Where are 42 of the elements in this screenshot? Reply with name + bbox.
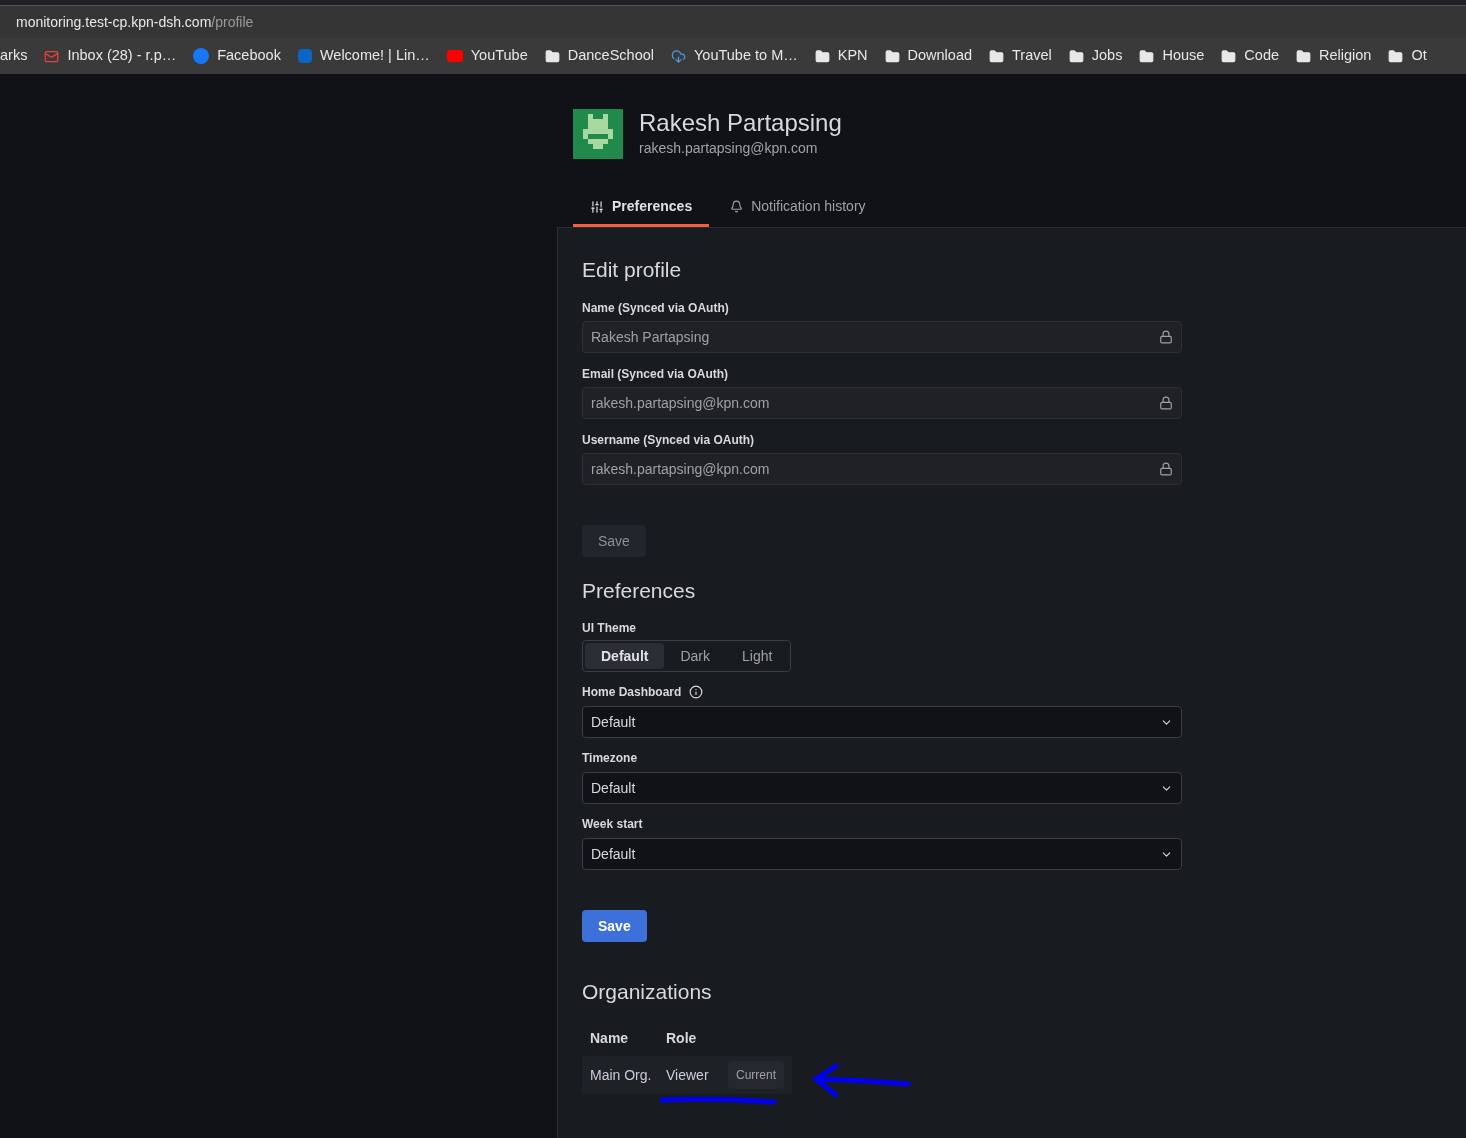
- column-header: Role: [665, 1028, 698, 1048]
- field-label: UI Theme: [582, 620, 637, 635]
- field-label: Week start: [582, 816, 643, 833]
- table-cell-text: Main Org.: [589, 1065, 653, 1085]
- section-title: Edit profile: [582, 257, 683, 282]
- column-header: Name: [589, 1028, 630, 1048]
- bookmark-item[interactable]: DanceSchool: [544, 45, 654, 67]
- bookmark-item[interactable]: House: [1139, 45, 1205, 67]
- bookmark-item[interactable]: Ot: [1388, 45, 1427, 67]
- profile-name: Rakesh Partapsing: [639, 108, 842, 138]
- bookmark-item[interactable]: Travel: [989, 45, 1052, 67]
- bookmark-item[interactable]: Religion: [1296, 45, 1372, 67]
- bookmark-item[interactable]: YouTube: [446, 45, 528, 67]
- theme-option[interactable]: Default: [585, 643, 665, 669]
- tab[interactable]: Notification history: [713, 189, 883, 227]
- bookmark-item[interactable]: YouTube to M…: [671, 45, 798, 67]
- field-label: Email (Synced via OAuth): [582, 366, 730, 381]
- bookmark-item[interactable]: KPN: [814, 45, 868, 67]
- select-field[interactable]: Default: [582, 772, 1182, 804]
- bookmark-item[interactable]: Inbox (28) - r.p…: [44, 45, 177, 67]
- section-title: Organizations: [582, 979, 713, 1004]
- address-bar[interactable]: monitoring.test-cp.kpn-dsh.com/profile: [0, 6, 1466, 38]
- bookmark-item[interactable]: Facebook: [193, 45, 281, 67]
- bookmark-item[interactable]: Welcome! | Lin…: [297, 45, 430, 67]
- theme-option[interactable]: Dark: [664, 643, 726, 669]
- table-cell-text: Viewer: [665, 1065, 710, 1085]
- bookmark-item[interactable]: arks: [0, 45, 28, 67]
- field-label: Timezone: [582, 750, 638, 767]
- section-title: Preferences: [582, 578, 697, 603]
- select-field[interactable]: Default: [582, 706, 1182, 738]
- bookmark-item[interactable]: Code: [1221, 45, 1280, 67]
- bookmark-item[interactable]: Jobs: [1068, 45, 1123, 67]
- field-label: Home Dashboard: [582, 684, 682, 701]
- field-label: Username (Synced via OAuth): [582, 432, 756, 447]
- url-text: monitoring.test-cp.kpn-dsh.com/profile: [16, 12, 254, 32]
- current-badge: Current: [728, 1061, 784, 1089]
- select-field[interactable]: Default: [582, 838, 1182, 870]
- field-label: Name (Synced via OAuth): [582, 300, 730, 315]
- profile-email: rakesh.partapsing@kpn.com: [639, 139, 819, 158]
- bookmark-item[interactable]: Download: [884, 45, 973, 67]
- save-button[interactable]: Save: [582, 910, 647, 942]
- theme-option[interactable]: Light: [726, 643, 789, 669]
